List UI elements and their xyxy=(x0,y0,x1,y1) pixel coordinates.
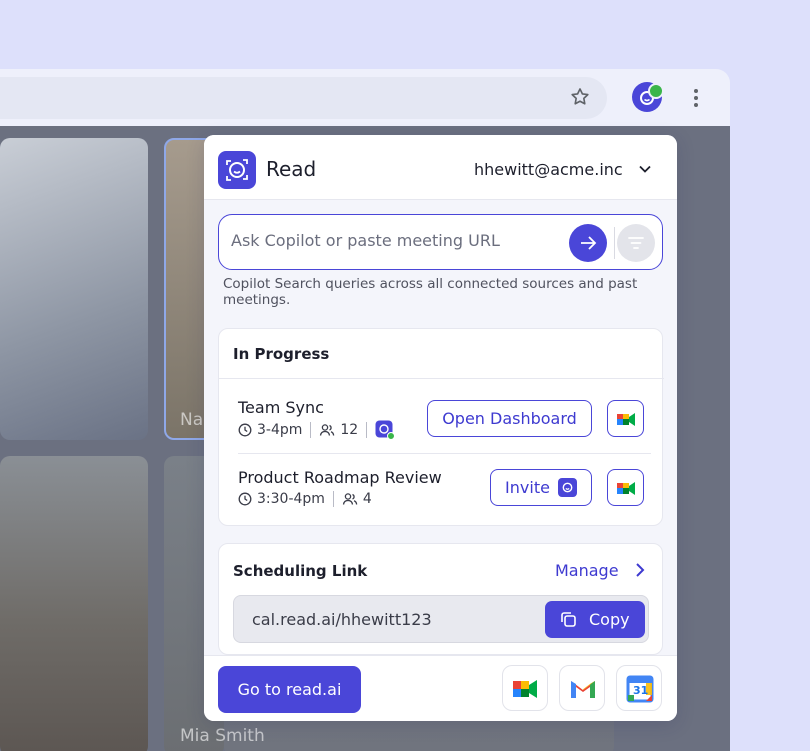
invite-button[interactable]: Invite xyxy=(490,469,592,506)
calendar-day: 31 xyxy=(633,684,649,697)
bookmark-star-icon[interactable] xyxy=(569,86,591,108)
copy-link-button[interactable]: Copy xyxy=(545,601,645,638)
clock-icon xyxy=(238,423,252,437)
more-options-icon[interactable] xyxy=(690,87,702,109)
google-meet-icon xyxy=(513,680,537,698)
read-logo xyxy=(218,151,256,189)
google-meet-icon xyxy=(617,413,635,426)
filter-button[interactable] xyxy=(617,224,655,262)
app-title: Read xyxy=(266,157,317,181)
section-title: Scheduling Link xyxy=(233,562,368,580)
meeting-title: Product Roadmap Review xyxy=(238,468,442,487)
address-bar[interactable] xyxy=(0,77,607,119)
scheduling-link-url: cal.read.ai/hhewitt123 xyxy=(252,610,432,629)
participant-name: Na xyxy=(180,410,204,430)
participant-tile xyxy=(0,138,148,440)
participant-name: Mia Smith xyxy=(180,726,265,746)
read-logo-icon xyxy=(226,159,248,181)
participants-icon xyxy=(320,424,335,436)
google-meet-app-button[interactable] xyxy=(502,665,548,711)
filter-icon xyxy=(628,237,644,249)
invite-label: Invite xyxy=(505,478,550,497)
search-hint: Copilot Search queries across all connec… xyxy=(223,276,638,308)
meeting-time: 3-4pm xyxy=(257,422,303,438)
read-logo-icon xyxy=(557,478,577,497)
participant-count: 12 xyxy=(340,422,359,438)
scheduling-link-field[interactable]: cal.read.ai/hhewitt123 Copy xyxy=(233,595,649,643)
meeting-title: Team Sync xyxy=(238,398,324,417)
scheduling-link-card: Scheduling Link Manage cal.read.ai/hhewi… xyxy=(218,543,663,655)
divider xyxy=(219,378,664,379)
popup-header: Read hhewitt@acme.inc xyxy=(204,135,677,200)
open-dashboard-button[interactable]: Open Dashboard xyxy=(427,400,592,437)
meeting-meta: 3:30-4pm 4 xyxy=(238,491,372,507)
divider xyxy=(238,453,651,454)
google-calendar-app-button[interactable]: 31 xyxy=(616,665,662,711)
copy-icon xyxy=(561,612,576,627)
join-meet-button[interactable] xyxy=(607,469,644,506)
copilot-search-input[interactable] xyxy=(231,231,551,250)
google-meet-icon xyxy=(617,482,635,495)
participants-icon xyxy=(342,493,358,505)
join-meet-button[interactable] xyxy=(607,400,644,437)
read-extension-popup: Read hhewitt@acme.inc Copilot Search que… xyxy=(204,135,677,721)
gmail-icon xyxy=(571,681,595,698)
clock-icon xyxy=(238,492,252,506)
divider xyxy=(614,227,615,259)
meeting-meta: 3-4pm 12 xyxy=(238,420,396,440)
manage-link[interactable]: Manage xyxy=(555,561,619,580)
read-recording-icon xyxy=(375,420,396,440)
popup-footer: Go to read.ai 31 xyxy=(204,655,677,721)
arrow-right-icon xyxy=(581,236,597,250)
in-progress-card: In Progress Team Sync 3-4pm 12 Open Dash… xyxy=(218,328,664,526)
section-title: In Progress xyxy=(233,345,330,363)
participant-count: 4 xyxy=(362,491,372,507)
participant-tile xyxy=(0,456,148,751)
copilot-search-box xyxy=(218,214,663,270)
gmail-app-button[interactable] xyxy=(559,665,605,711)
copy-label: Copy xyxy=(589,610,630,629)
account-email[interactable]: hhewitt@acme.inc xyxy=(474,160,623,179)
meeting-time: 3:30-4pm xyxy=(257,491,325,507)
search-submit-button[interactable] xyxy=(569,224,607,262)
go-to-read-ai-button[interactable]: Go to read.ai xyxy=(218,666,361,713)
chevron-down-icon[interactable] xyxy=(638,162,652,176)
chevron-right-icon[interactable] xyxy=(633,562,647,578)
recording-badge-icon xyxy=(648,83,664,99)
